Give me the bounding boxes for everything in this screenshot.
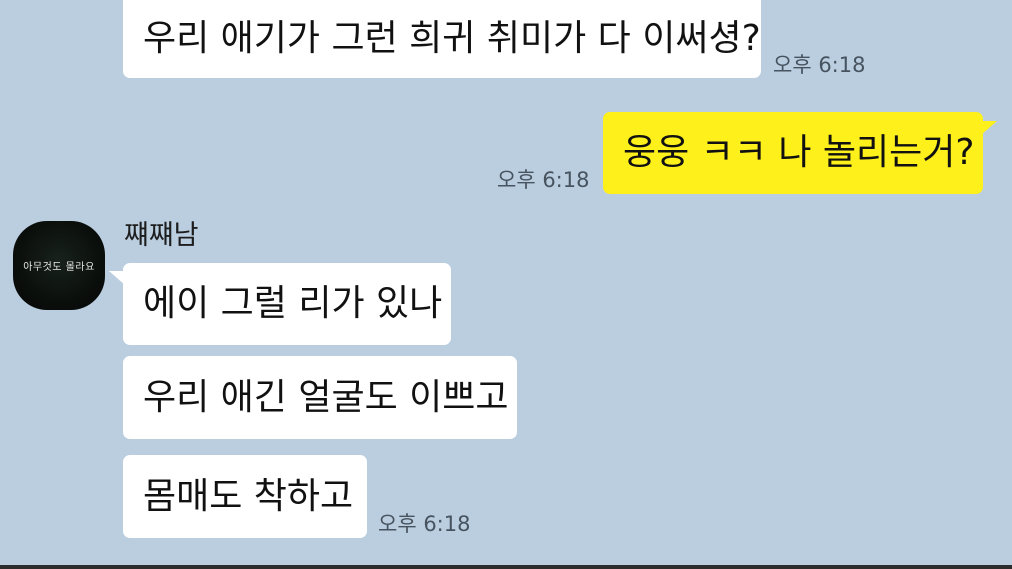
message-text: 우리 애기가 그런 희귀 취미가 다 이써셩? [143, 18, 761, 59]
avatar-caption: 아무것도 몰라요 [23, 262, 95, 273]
message-text: 몸매도 착하고 [143, 475, 354, 517]
message-bubble-outgoing[interactable]: 웅웅 ㅋㅋ 나 놀리는거? [603, 112, 983, 194]
message-bubble-incoming[interactable]: 우리 애기가 그런 희귀 취미가 다 이써셩? [123, 0, 761, 78]
bubble-tail [981, 121, 997, 135]
message-text: 에이 그럴 리가 있나 [143, 283, 443, 324]
message-text: 웅웅 ㅋㅋ 나 놀리는거? [623, 132, 975, 173]
message-time: 오후 6:18 [378, 512, 471, 536]
message-time: 오후 6:18 [773, 53, 866, 77]
message-bubble-incoming[interactable]: 몸매도 착하고 [123, 455, 367, 538]
avatar[interactable]: 아무것도 몰라요 [13, 221, 105, 310]
sender-name: 쨰쨰남 [124, 220, 199, 251]
message-time: 오후 6:18 [497, 168, 590, 192]
message-bubble-incoming[interactable]: 우리 애긴 얼굴도 이쁘고 [123, 356, 517, 439]
message-bubble-incoming[interactable]: 에이 그럴 리가 있나 [123, 263, 451, 345]
message-text: 우리 애긴 얼굴도 이쁘고 [143, 376, 509, 418]
chat-room: 우리 애기가 그런 희귀 취미가 다 이써셩? 오후 6:18 웅웅 ㅋㅋ 나 … [0, 0, 1012, 569]
bottom-divider [0, 565, 1012, 569]
